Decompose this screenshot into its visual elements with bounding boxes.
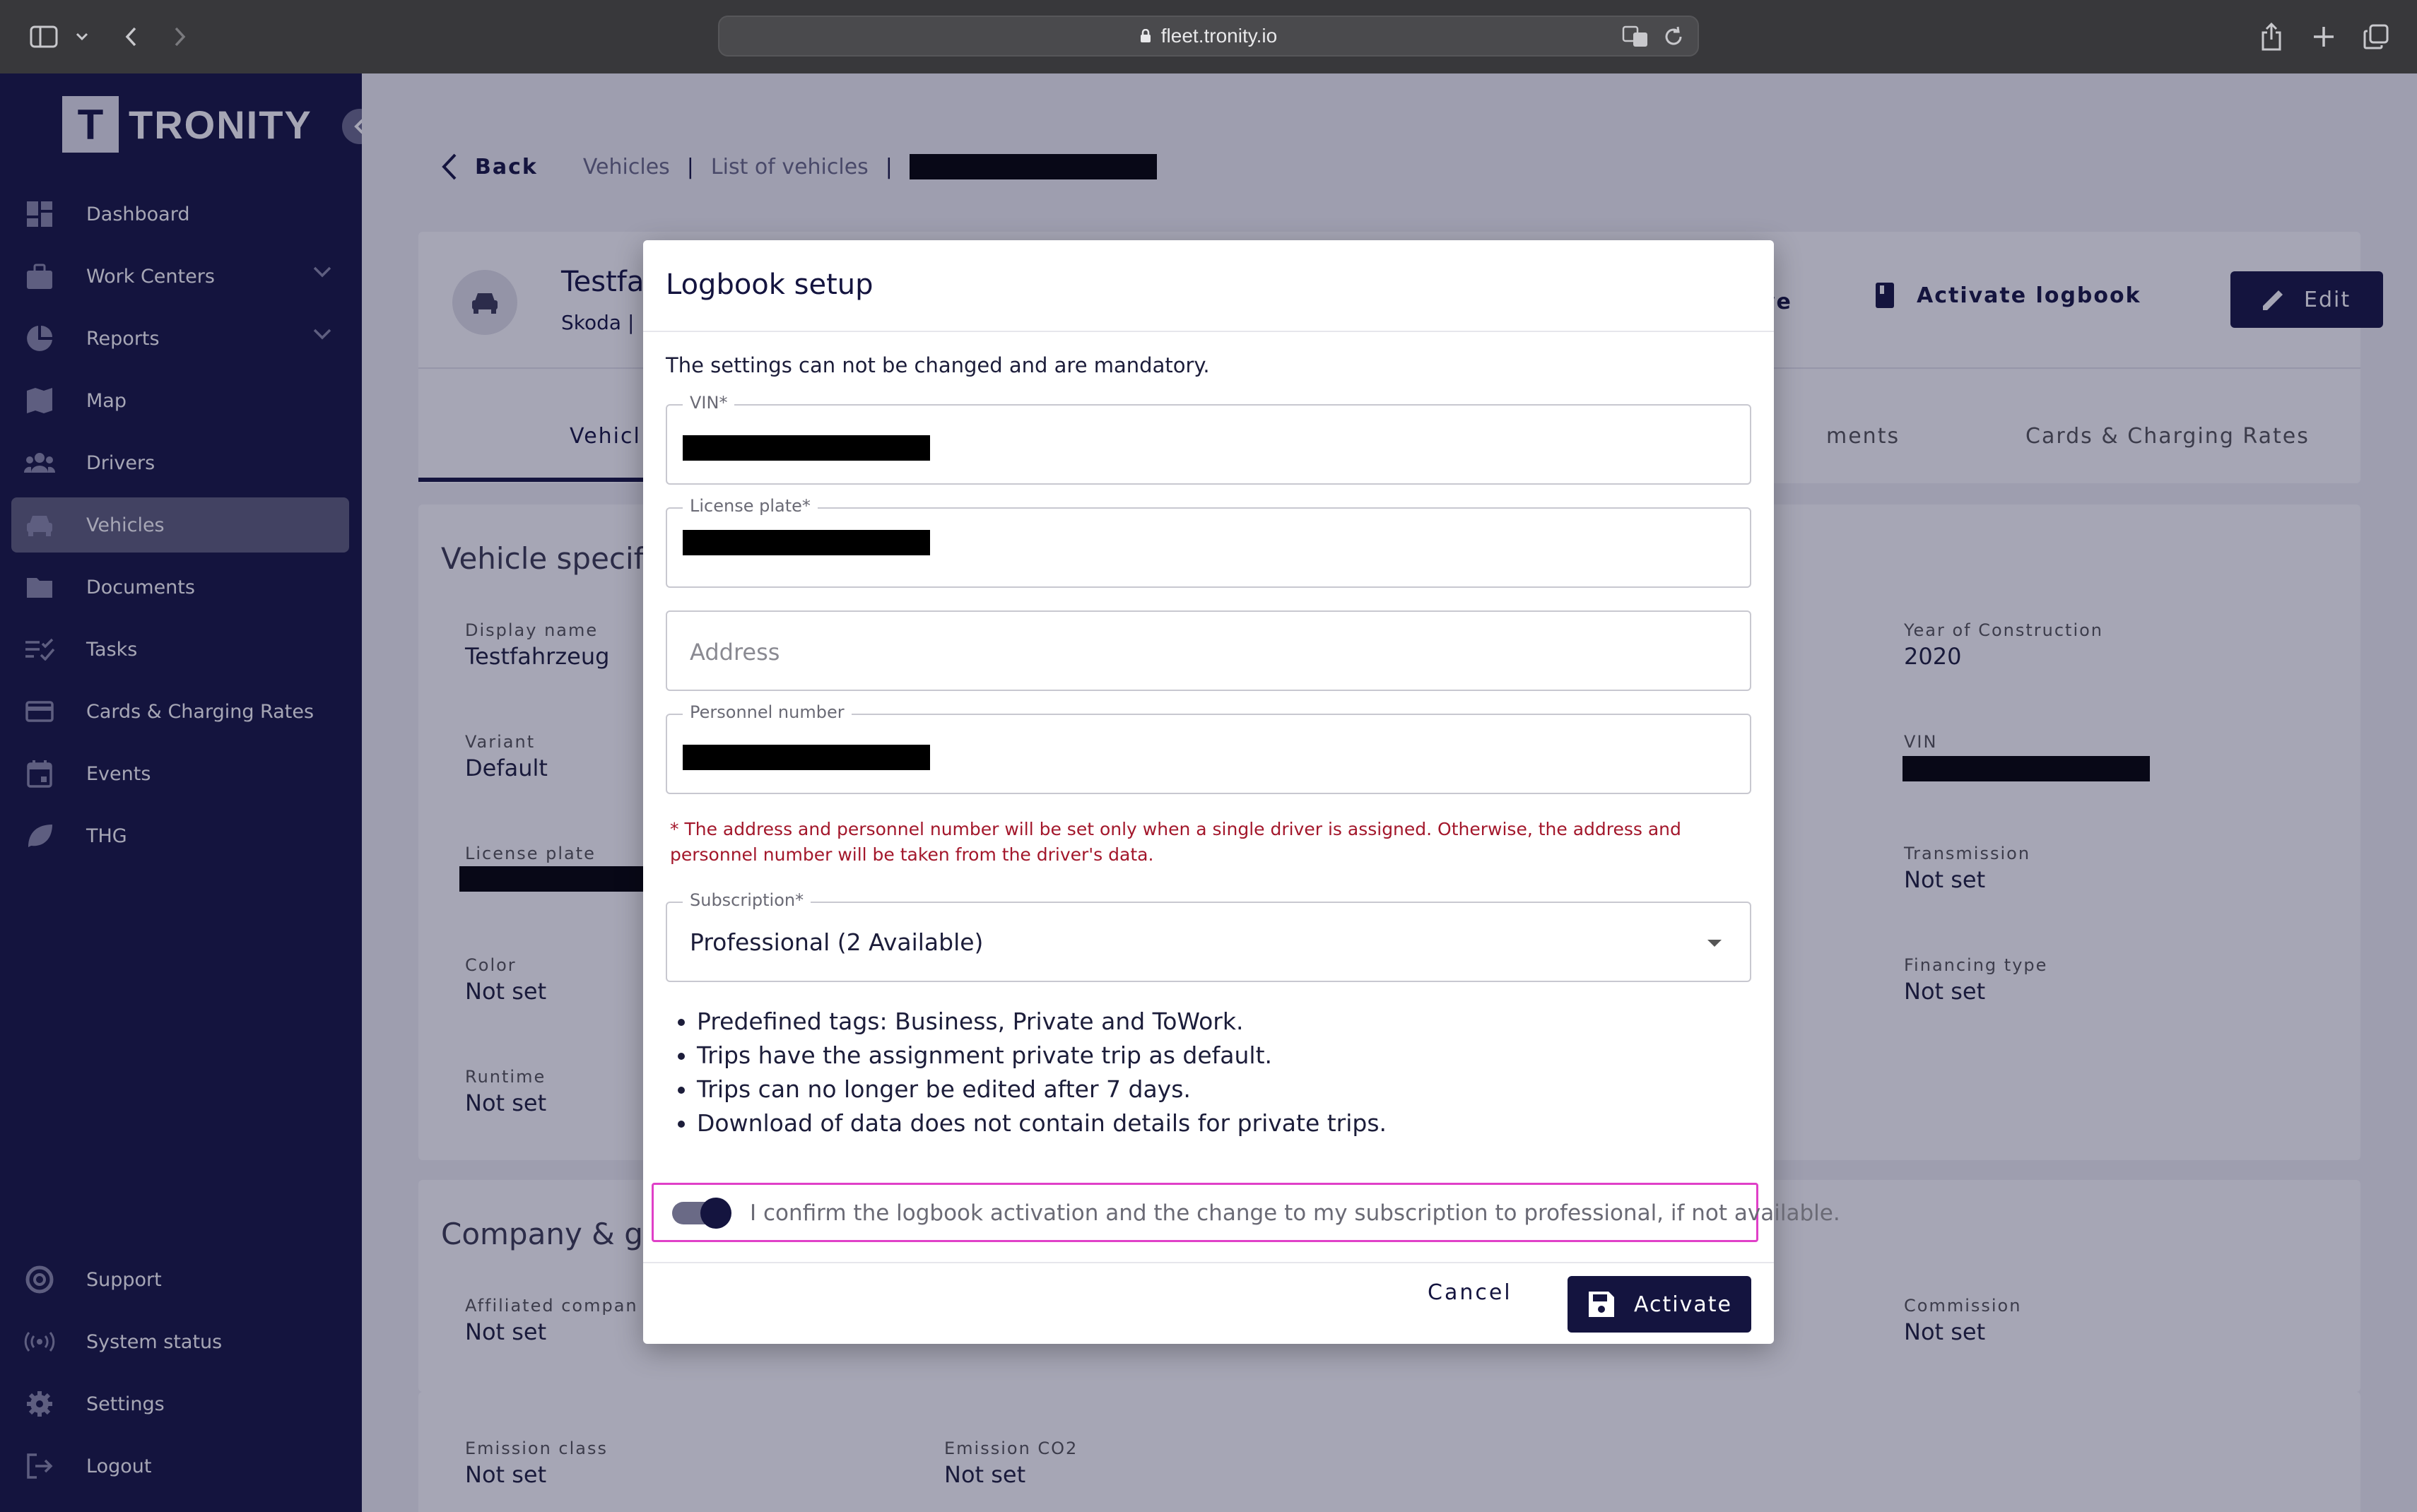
dialog-info-text: The settings can not be changed and are … xyxy=(666,353,1210,377)
redacted-plate-value xyxy=(683,530,930,555)
dialog-title: Logbook setup xyxy=(666,268,874,301)
reload-icon[interactable] xyxy=(1661,23,1686,51)
sidebar-toggle-icon[interactable] xyxy=(25,18,62,55)
forward-arrow-icon[interactable] xyxy=(161,18,198,55)
url-text: fleet.tronity.io xyxy=(1160,25,1278,47)
address-bar[interactable]: fleet.tronity.io xyxy=(718,16,1699,57)
actions-divider xyxy=(643,1262,1774,1263)
translate-icon[interactable] xyxy=(1621,23,1649,51)
back-arrow-icon[interactable] xyxy=(113,18,150,55)
list-item: Trips have the assignment private trip a… xyxy=(697,1039,1387,1073)
browser-toolbar: fleet.tronity.io xyxy=(0,0,2417,73)
subscription-selected-value: Professional (2 Available) xyxy=(690,928,984,956)
cancel-button[interactable]: Cancel xyxy=(1428,1280,1512,1305)
mandatory-note: * The address and personnel number will … xyxy=(670,819,1681,865)
lock-icon xyxy=(1140,29,1151,42)
tabs-overview-icon[interactable] xyxy=(2358,18,2394,55)
vin-field-label: VIN* xyxy=(683,393,735,413)
toggle-knob xyxy=(700,1198,731,1229)
personnel-number-field[interactable]: Personnel number xyxy=(666,702,1751,794)
vin-field[interactable]: VIN* xyxy=(666,393,1751,485)
subscription-select[interactable]: Subscription* Professional (2 Available) xyxy=(666,890,1751,982)
list-item: Download of data does not contain detail… xyxy=(697,1106,1387,1140)
logbook-setup-dialog: Logbook setup The settings can not be ch… xyxy=(643,240,1840,1344)
new-tab-icon[interactable] xyxy=(2305,18,2342,55)
dropdown-caret-icon xyxy=(1707,940,1722,947)
license-plate-field-label: License plate* xyxy=(683,496,818,516)
chevron-down-icon[interactable] xyxy=(64,18,100,55)
confirm-activation-row: I confirm the logbook activation and the… xyxy=(652,1183,1840,1242)
confirm-toggle[interactable] xyxy=(672,1198,731,1229)
address-field[interactable]: Address xyxy=(666,610,1751,691)
share-icon[interactable] xyxy=(2253,18,2290,55)
activate-label: Activate xyxy=(1634,1292,1732,1317)
address-placeholder: Address xyxy=(690,639,780,666)
list-item: Trips can no longer be edited after 7 da… xyxy=(697,1073,1387,1106)
redacted-personnel-value xyxy=(683,745,930,770)
title-divider xyxy=(643,331,1774,332)
personnel-number-field-label: Personnel number xyxy=(683,702,852,722)
activate-button[interactable]: Activate xyxy=(1568,1276,1751,1333)
redacted-vin-value xyxy=(683,435,930,461)
list-item: Predefined tags: Business, Private and T… xyxy=(697,1005,1387,1039)
subscription-features-list: Predefined tags: Business, Private and T… xyxy=(697,1005,1387,1140)
save-icon xyxy=(1589,1292,1614,1317)
subscription-select-label: Subscription* xyxy=(683,890,811,910)
license-plate-field[interactable]: License plate* xyxy=(666,496,1751,588)
confirm-text: I confirm the logbook activation and the… xyxy=(750,1200,1840,1226)
